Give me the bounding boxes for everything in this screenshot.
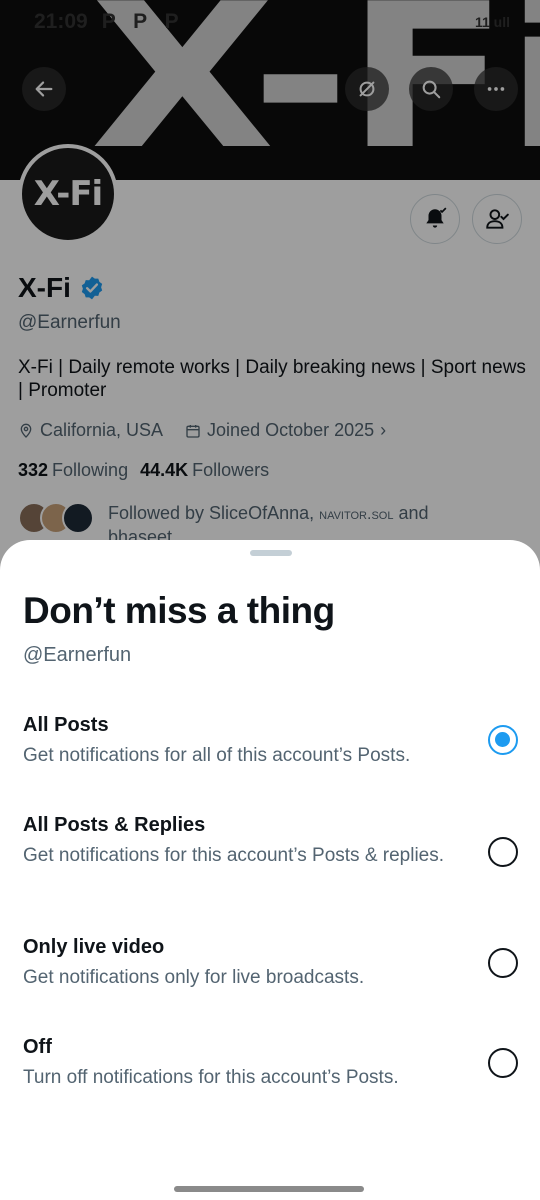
option-description: Get notifications for all of this accoun…: [23, 745, 411, 766]
option-off[interactable]: Off Turn off notifications for this acco…: [0, 1036, 540, 1096]
radio-all-posts[interactable]: [488, 725, 518, 755]
option-description: Turn off notifications for this account’…: [23, 1067, 399, 1088]
radio-all-posts-replies[interactable]: [488, 837, 518, 867]
option-title: All Posts: [23, 714, 109, 736]
option-all-posts[interactable]: All Posts Get notifications for all of t…: [0, 714, 540, 784]
option-description: Get notifications for this account’s Pos…: [23, 845, 445, 866]
notification-settings-sheet: Don’t miss a thing @Earnerfun All Posts …: [0, 540, 540, 1200]
option-description: Get notifications only for live broadcas…: [23, 967, 365, 988]
sheet-grabber[interactable]: [250, 550, 292, 556]
radio-off[interactable]: [488, 1048, 518, 1078]
option-title: Off: [23, 1036, 52, 1058]
option-title: All Posts & Replies: [23, 814, 206, 836]
option-title: Only live video: [23, 936, 165, 958]
sheet-subtitle: @Earnerfun: [23, 644, 132, 666]
sheet-title: Don’t miss a thing: [23, 590, 335, 631]
option-all-posts-replies[interactable]: All Posts & Replies Get notifications fo…: [0, 814, 540, 894]
home-indicator: [174, 1186, 364, 1192]
radio-only-live-video[interactable]: [488, 948, 518, 978]
option-only-live-video[interactable]: Only live video Get notifications only f…: [0, 936, 540, 996]
